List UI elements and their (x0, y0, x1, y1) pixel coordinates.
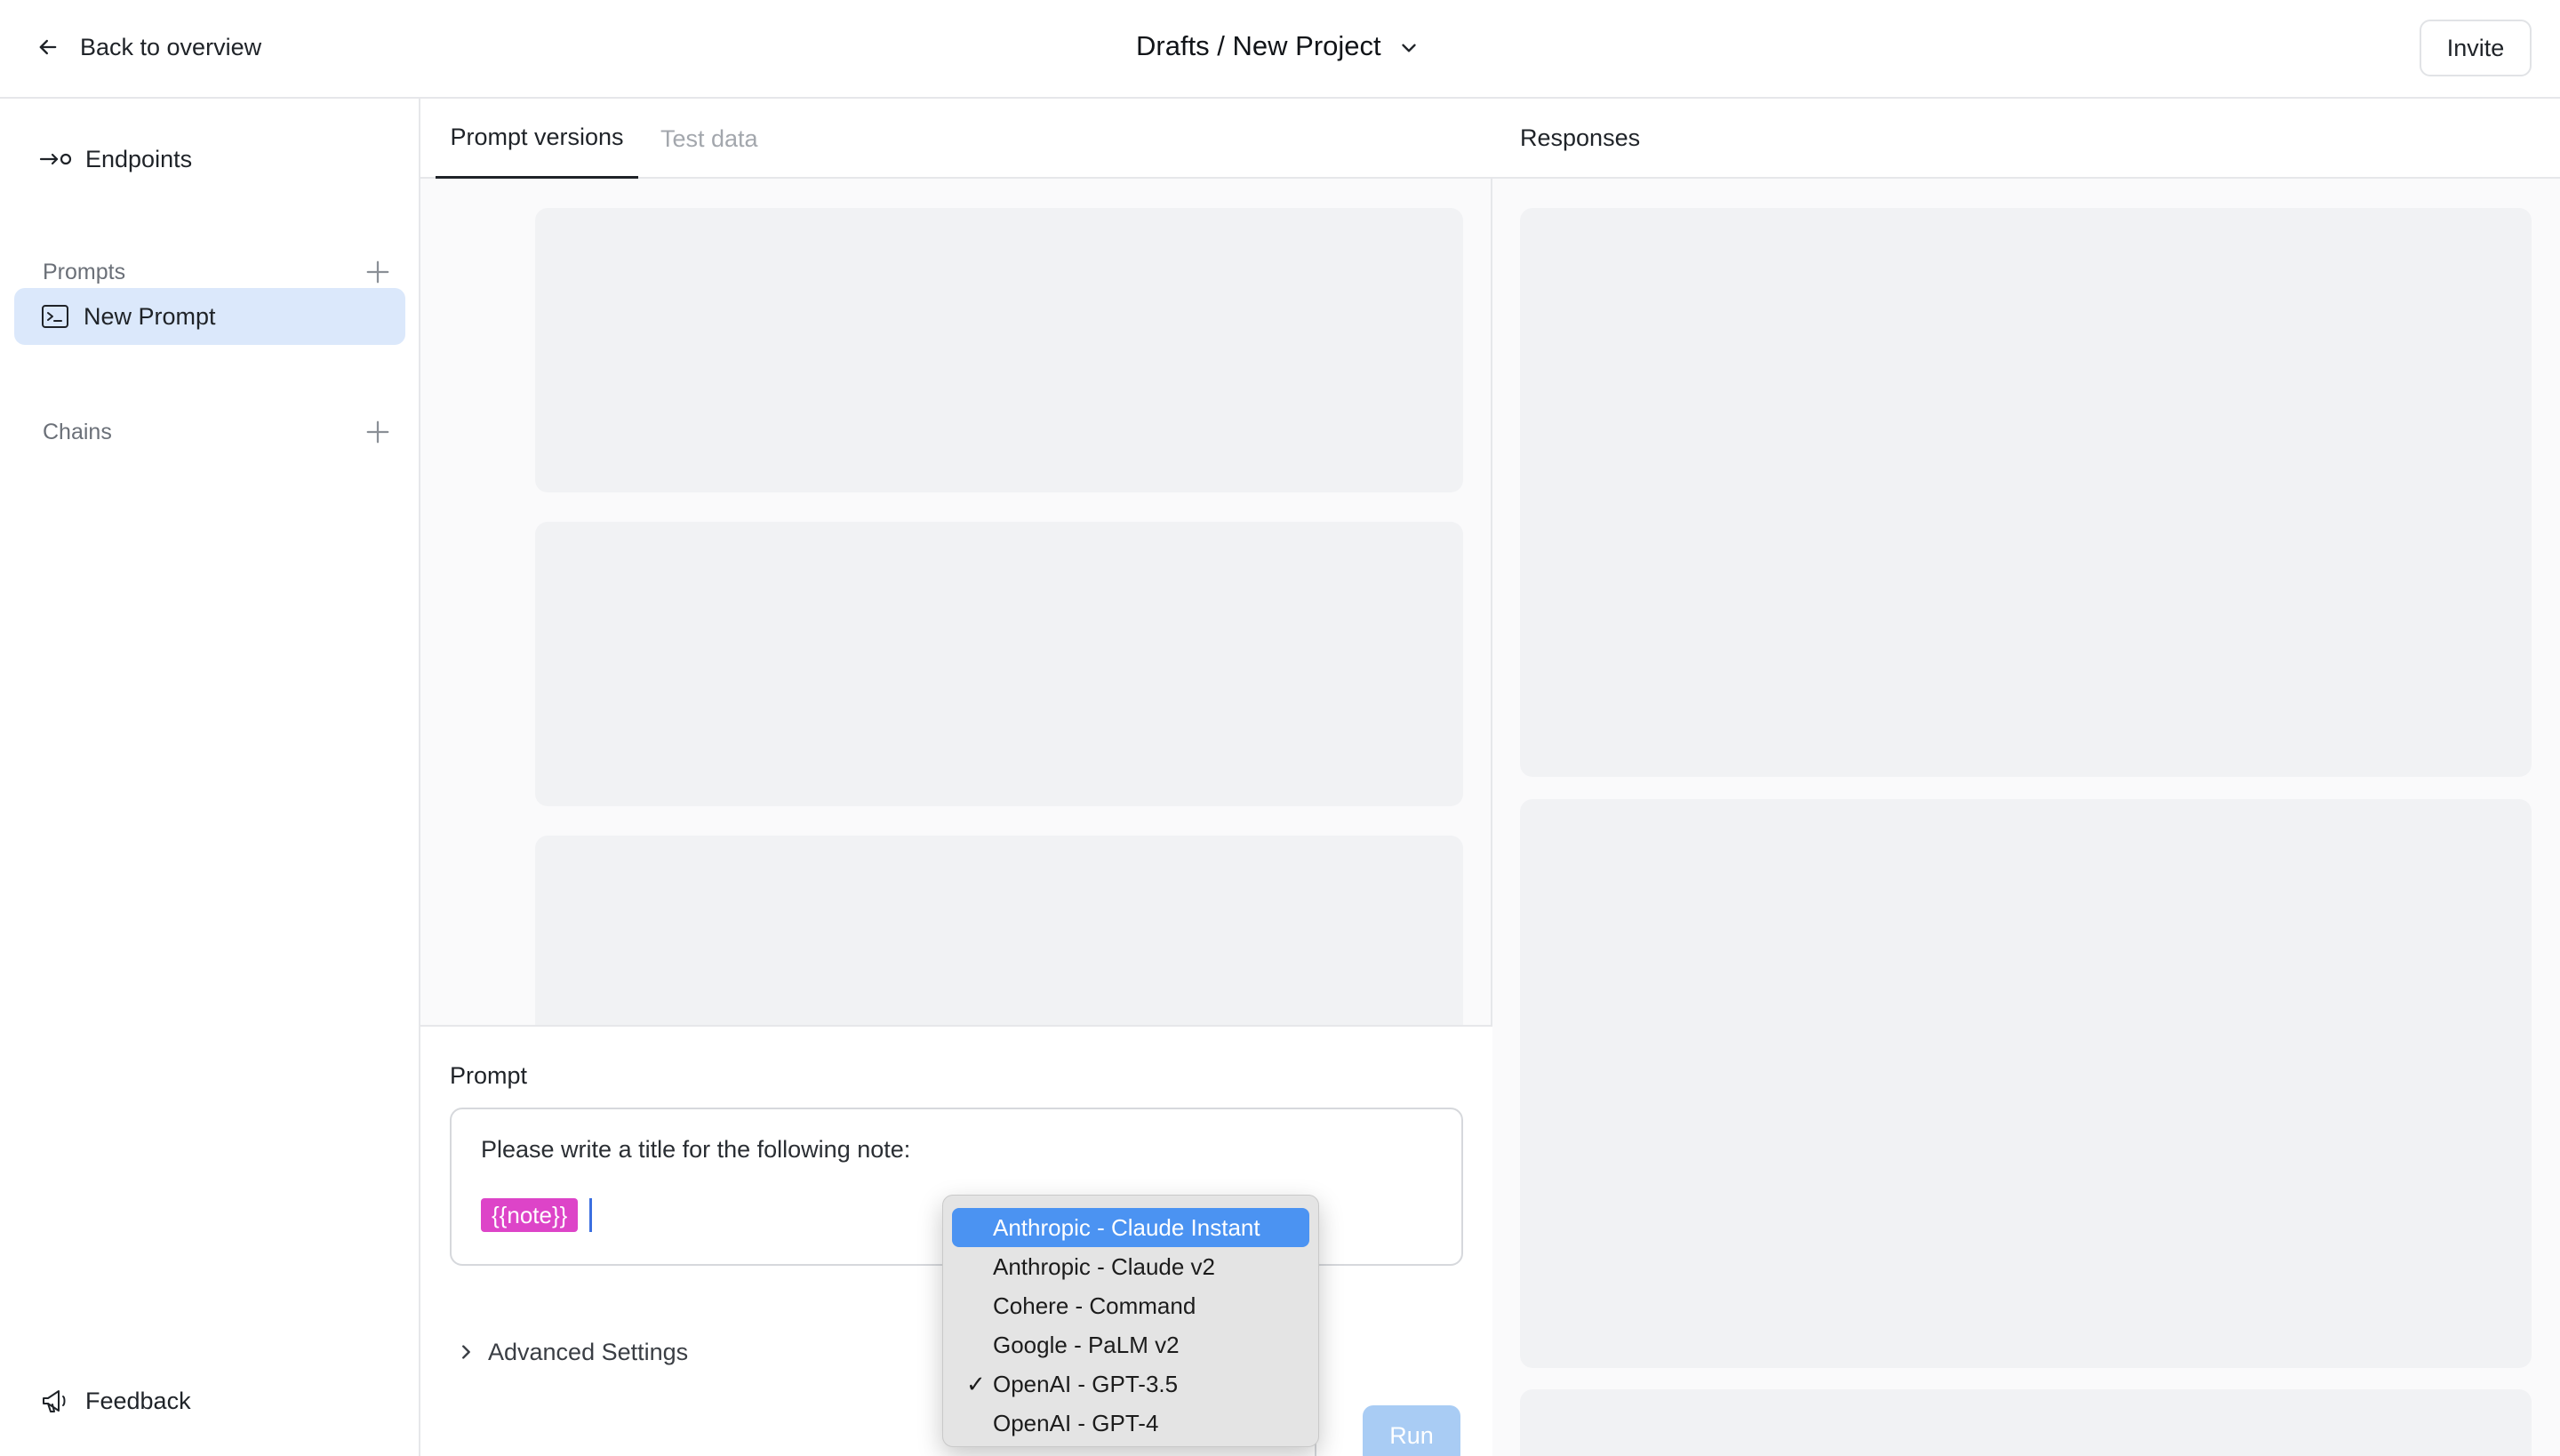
megaphone-icon (43, 1390, 66, 1412)
version-placeholder-card (535, 522, 1463, 806)
version-placeholder-card (535, 208, 1463, 492)
center-tabs: Prompt versions Test data (420, 99, 1492, 179)
back-to-overview-link[interactable]: Back to overview (36, 28, 261, 66)
tab-test-data[interactable]: Test data (660, 99, 758, 179)
breadcrumb-text: Drafts / New Project (1136, 30, 1381, 61)
chevron-right-icon (462, 1345, 470, 1359)
terminal-icon (42, 305, 68, 328)
prompt-label: Prompt (450, 1062, 528, 1089)
arrow-left-icon (39, 39, 57, 55)
run-button[interactable]: Run (1363, 1405, 1460, 1456)
project-breadcrumb[interactable]: Drafts / New Project (1136, 25, 1420, 68)
feedback-label: Feedback (85, 1387, 191, 1414)
model-dropdown-menu: Anthropic - Claude Instant Anthropic - Cl… (942, 1195, 1319, 1447)
sidebar-item-new-prompt[interactable]: New Prompt (14, 288, 405, 345)
chevron-down-icon (1401, 44, 1416, 52)
sidebar-item-endpoints[interactable]: Endpoints (39, 140, 192, 179)
model-option-label: OpenAI - GPT-4 (993, 1409, 1159, 1436)
responses-title: Responses (1492, 99, 2560, 179)
back-to-overview-label: Back to overview (80, 33, 262, 60)
advanced-settings-toggle[interactable]: Advanced Settings (456, 1334, 688, 1370)
response-placeholder-card (1520, 208, 2532, 777)
tab-prompt-versions[interactable]: Prompt versions (436, 99, 638, 179)
model-option[interactable]: Google - PaLM v2 (952, 1325, 1309, 1364)
advanced-settings-label: Advanced Settings (488, 1338, 689, 1365)
model-option-label: Google - PaLM v2 (993, 1331, 1180, 1358)
prompts-heading: Prompts (43, 259, 126, 284)
chains-section-header: Chains (43, 414, 391, 450)
responses-panel: Responses (1492, 99, 2560, 1456)
model-option[interactable]: Cohere - Command (952, 1286, 1309, 1325)
add-prompt-icon[interactable] (364, 259, 391, 285)
model-option[interactable]: OpenAI - GPT-4 (952, 1404, 1309, 1443)
model-option[interactable]: Anthropic - Claude Instant (952, 1208, 1309, 1247)
model-option-label: Anthropic - Claude v2 (993, 1252, 1216, 1280)
response-placeholder-card (1520, 799, 2532, 1368)
model-option[interactable]: ✓ OpenAI - GPT-3.5 (952, 1364, 1309, 1404)
model-option[interactable]: Anthropic - Claude v2 (952, 1247, 1309, 1286)
invite-button[interactable]: Invite (2420, 20, 2532, 76)
prompt-text: Please write a title for the following n… (481, 1136, 911, 1163)
variable-chip[interactable]: {{note}} (481, 1198, 579, 1232)
prompts-section-header: Prompts (43, 254, 391, 290)
model-option-label: Cohere - Command (993, 1292, 1196, 1319)
endpoint-arrow-icon (39, 153, 72, 165)
model-option-label: Anthropic - Claude Instant (993, 1213, 1260, 1241)
checkmark-icon: ✓ (966, 1370, 986, 1397)
sidebar: Endpoints Prompts New Prompt Chains Feed… (0, 99, 420, 1456)
sidebar-item-label: Endpoints (85, 145, 193, 172)
sidebar-item-label: New Prompt (84, 302, 216, 330)
feedback-button[interactable]: Feedback (41, 1381, 191, 1420)
text-caret (589, 1198, 592, 1232)
add-chain-icon[interactable] (364, 419, 391, 445)
model-option-label: OpenAI - GPT-3.5 (993, 1370, 1179, 1397)
version-placeholder-card (535, 836, 1463, 1025)
top-bar: Back to overview Drafts / New Project In… (0, 0, 2560, 99)
response-placeholder-card (1520, 1389, 2532, 1456)
chains-heading: Chains (43, 419, 112, 444)
